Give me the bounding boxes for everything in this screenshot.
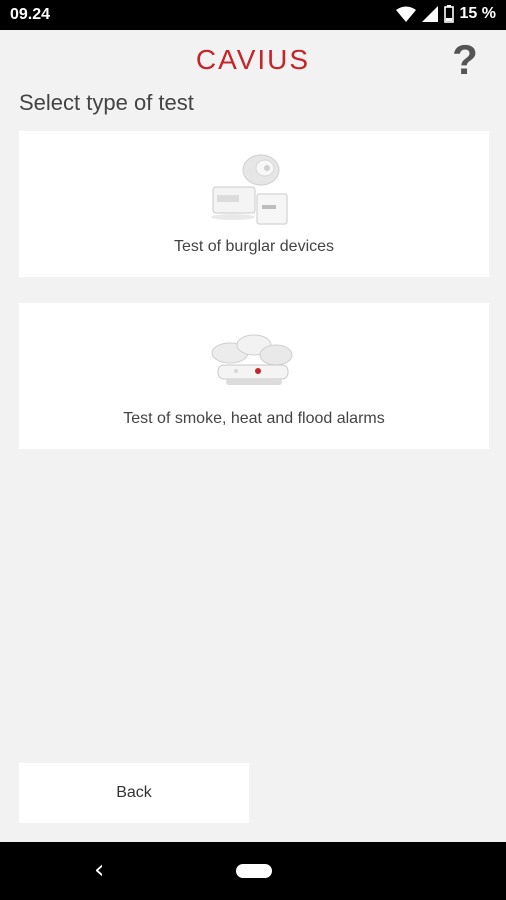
cell-signal-icon: [421, 6, 438, 22]
help-button[interactable]: ?: [448, 38, 482, 82]
battery-percent: 15 %: [459, 5, 496, 22]
smoke-heat-flood-test-option[interactable]: Test of smoke, heat and flood alarms: [19, 303, 489, 449]
app-header: CAVIUS ?: [0, 30, 506, 90]
status-icons: 15 %: [395, 5, 496, 23]
back-button[interactable]: Back: [19, 763, 249, 823]
smoke-heat-flood-test-label: Test of smoke, heat and flood alarms: [123, 410, 385, 427]
burglar-test-option[interactable]: Test of burglar devices: [19, 131, 489, 277]
page-title: Select type of test: [19, 90, 194, 115]
status-time: 09.24: [10, 6, 51, 23]
burglar-test-label: Test of burglar devices: [173, 238, 335, 255]
wifi-icon: [395, 6, 416, 22]
status-bar: 09.24 15 %: [0, 0, 506, 30]
system-navigation-bar: ‹: [0, 842, 506, 900]
home-pill-button[interactable]: [236, 864, 272, 878]
battery-icon: [443, 5, 454, 23]
smoke-heat-flood-alarms-image: [211, 334, 293, 385]
system-back-icon[interactable]: ‹: [94, 856, 104, 884]
burglar-devices-image: [211, 154, 288, 225]
cavius-logo: CAVIUS: [195, 44, 311, 75]
